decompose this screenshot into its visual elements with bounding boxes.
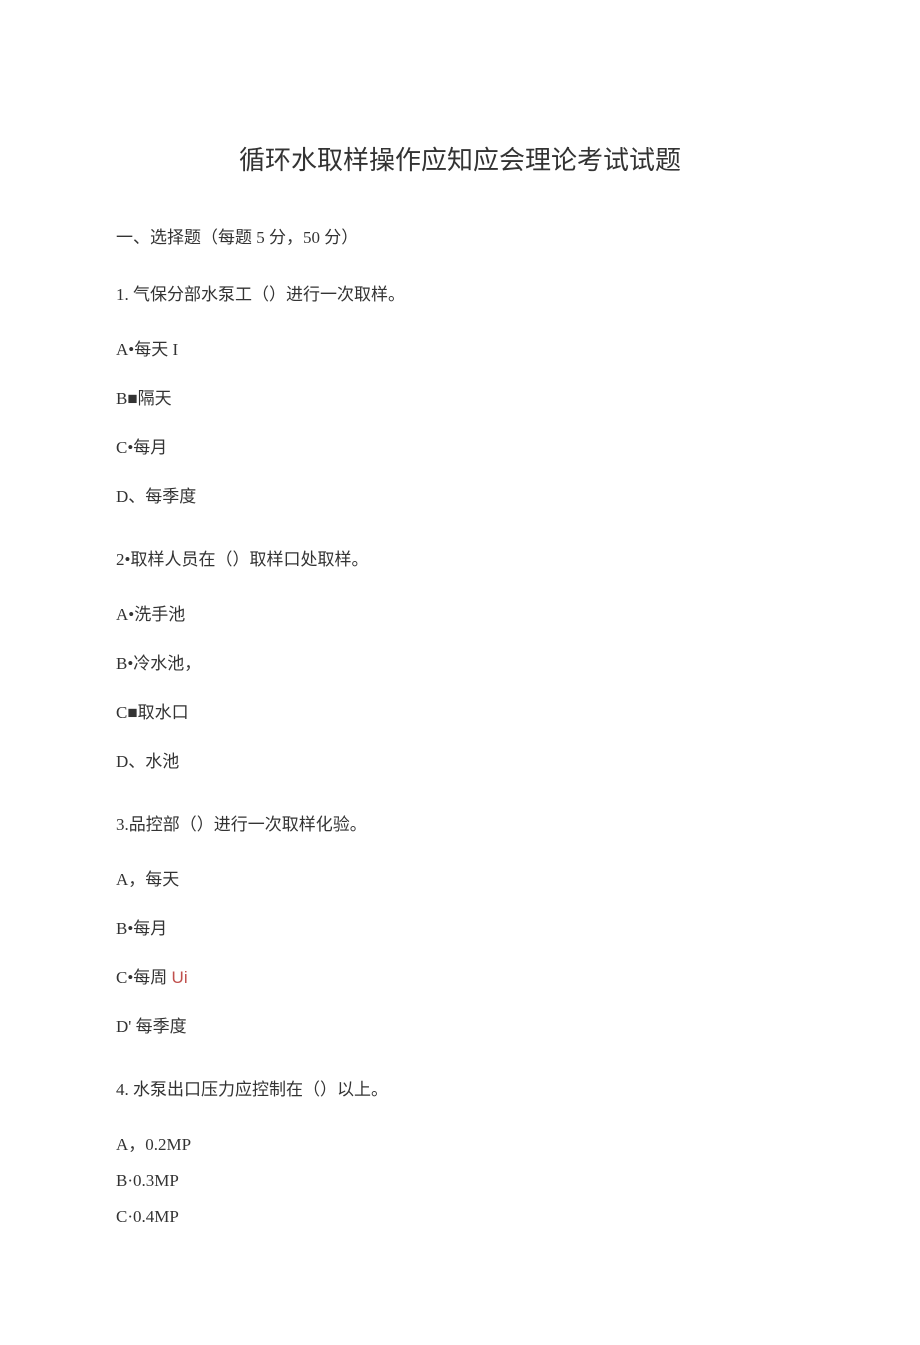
option-a: A•洗手池	[116, 600, 804, 625]
option-d: D、水池	[116, 747, 804, 772]
section-header: 一、选择题（每题 5 分，50 分）	[116, 223, 804, 248]
option-text: B·0.3MP	[116, 1171, 179, 1190]
document-page: 循环水取样操作应知应会理论考试试题 一、选择题（每题 5 分，50 分） 1. …	[0, 0, 920, 1345]
question-2: 2•取样人员在（）取样口处取样。 A•洗手池 B•冷水池， C■取水口 D、水池	[116, 545, 804, 772]
page-title: 循环水取样操作应知应会理论考试试题	[116, 140, 804, 177]
question-stem: 2•取样人员在（）取样口处取样。	[116, 545, 804, 570]
option-text: C·0.4MP	[116, 1207, 179, 1226]
option-text: C■取水口	[116, 703, 189, 722]
option-text-accent: Ui	[172, 968, 188, 987]
option-b: B■隔天	[116, 384, 804, 409]
question-3: 3.品控部（）进行一次取样化验。 A，每天 B•每月 C•每周 Ui D' 每季…	[116, 810, 804, 1037]
option-a: A，0.2MP	[116, 1130, 804, 1155]
option-c: C•每月	[116, 433, 804, 458]
option-b: B·0.3MP	[116, 1171, 804, 1191]
question-stem: 1. 气保分部水泵工（）进行一次取样。	[116, 280, 804, 305]
question-1: 1. 气保分部水泵工（）进行一次取样。 A•每天 I B■隔天 C•每月 D、每…	[116, 280, 804, 507]
option-text: B•冷水池，	[116, 654, 201, 673]
option-c: C•每周 Ui	[116, 963, 804, 988]
option-b: B•每月	[116, 914, 804, 939]
question-stem: 4. 水泵出口压力应控制在（）以上。	[116, 1075, 804, 1100]
option-c: C■取水口	[116, 698, 804, 723]
option-a: A，每天	[116, 865, 804, 890]
option-text: A，0.2MP	[116, 1135, 191, 1154]
option-text: D、每季度	[116, 487, 196, 506]
option-text: A，每天	[116, 870, 179, 889]
option-d: D' 每季度	[116, 1012, 804, 1037]
option-text: B•每月	[116, 919, 167, 938]
question-4: 4. 水泵出口压力应控制在（）以上。 A，0.2MP B·0.3MP C·0.4…	[116, 1075, 804, 1227]
option-d: D、每季度	[116, 482, 804, 507]
option-text-prefix: C•每周	[116, 968, 172, 987]
option-text: C•每月	[116, 438, 167, 457]
option-text: B■隔天	[116, 389, 172, 408]
option-text: D' 每季度	[116, 1017, 187, 1036]
option-a: A•每天 I	[116, 335, 804, 360]
option-b: B•冷水池，	[116, 649, 804, 674]
option-c: C·0.4MP	[116, 1207, 804, 1227]
option-text: A•每天 I	[116, 340, 178, 359]
option-text: D、水池	[116, 752, 179, 771]
question-stem: 3.品控部（）进行一次取样化验。	[116, 810, 804, 835]
option-text: A•洗手池	[116, 605, 185, 624]
